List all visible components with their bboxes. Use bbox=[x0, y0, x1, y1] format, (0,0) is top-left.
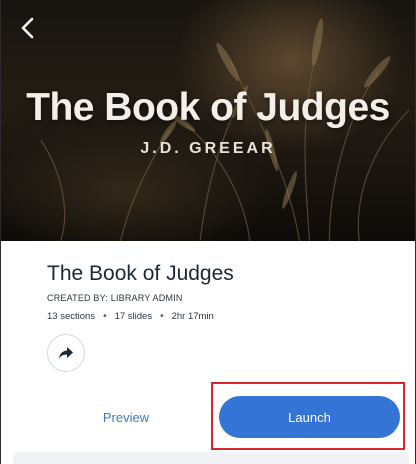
share-button[interactable] bbox=[47, 334, 85, 372]
meta-separator: • bbox=[160, 311, 164, 322]
hero-author: J.D. GREEAR bbox=[140, 140, 276, 157]
preview-button[interactable]: Preview bbox=[61, 396, 191, 438]
chevron-left-icon bbox=[21, 17, 34, 39]
meta-separator: • bbox=[103, 311, 107, 322]
course-duration: 2hr 17min bbox=[171, 311, 214, 322]
created-by-label: CREATED BY: LIBRARY ADMIN bbox=[47, 293, 183, 303]
back-button[interactable] bbox=[15, 16, 39, 40]
hero-title: The Book of Judges bbox=[26, 86, 390, 129]
course-detail-screen: The Book of Judges J.D. GREEAR The Book … bbox=[0, 0, 416, 464]
bottom-panel bbox=[13, 452, 409, 464]
launch-button[interactable]: Launch bbox=[219, 396, 400, 438]
slides-count: 17 slides bbox=[114, 311, 153, 322]
share-arrow-icon bbox=[59, 347, 73, 359]
sections-count: 13 sections bbox=[47, 311, 96, 322]
course-meta: 13 sections • 17 slides • 2hr 17min bbox=[47, 311, 214, 322]
course-title: The Book of Judges bbox=[47, 262, 234, 285]
hero-banner: The Book of Judges J.D. GREEAR bbox=[1, 0, 415, 241]
